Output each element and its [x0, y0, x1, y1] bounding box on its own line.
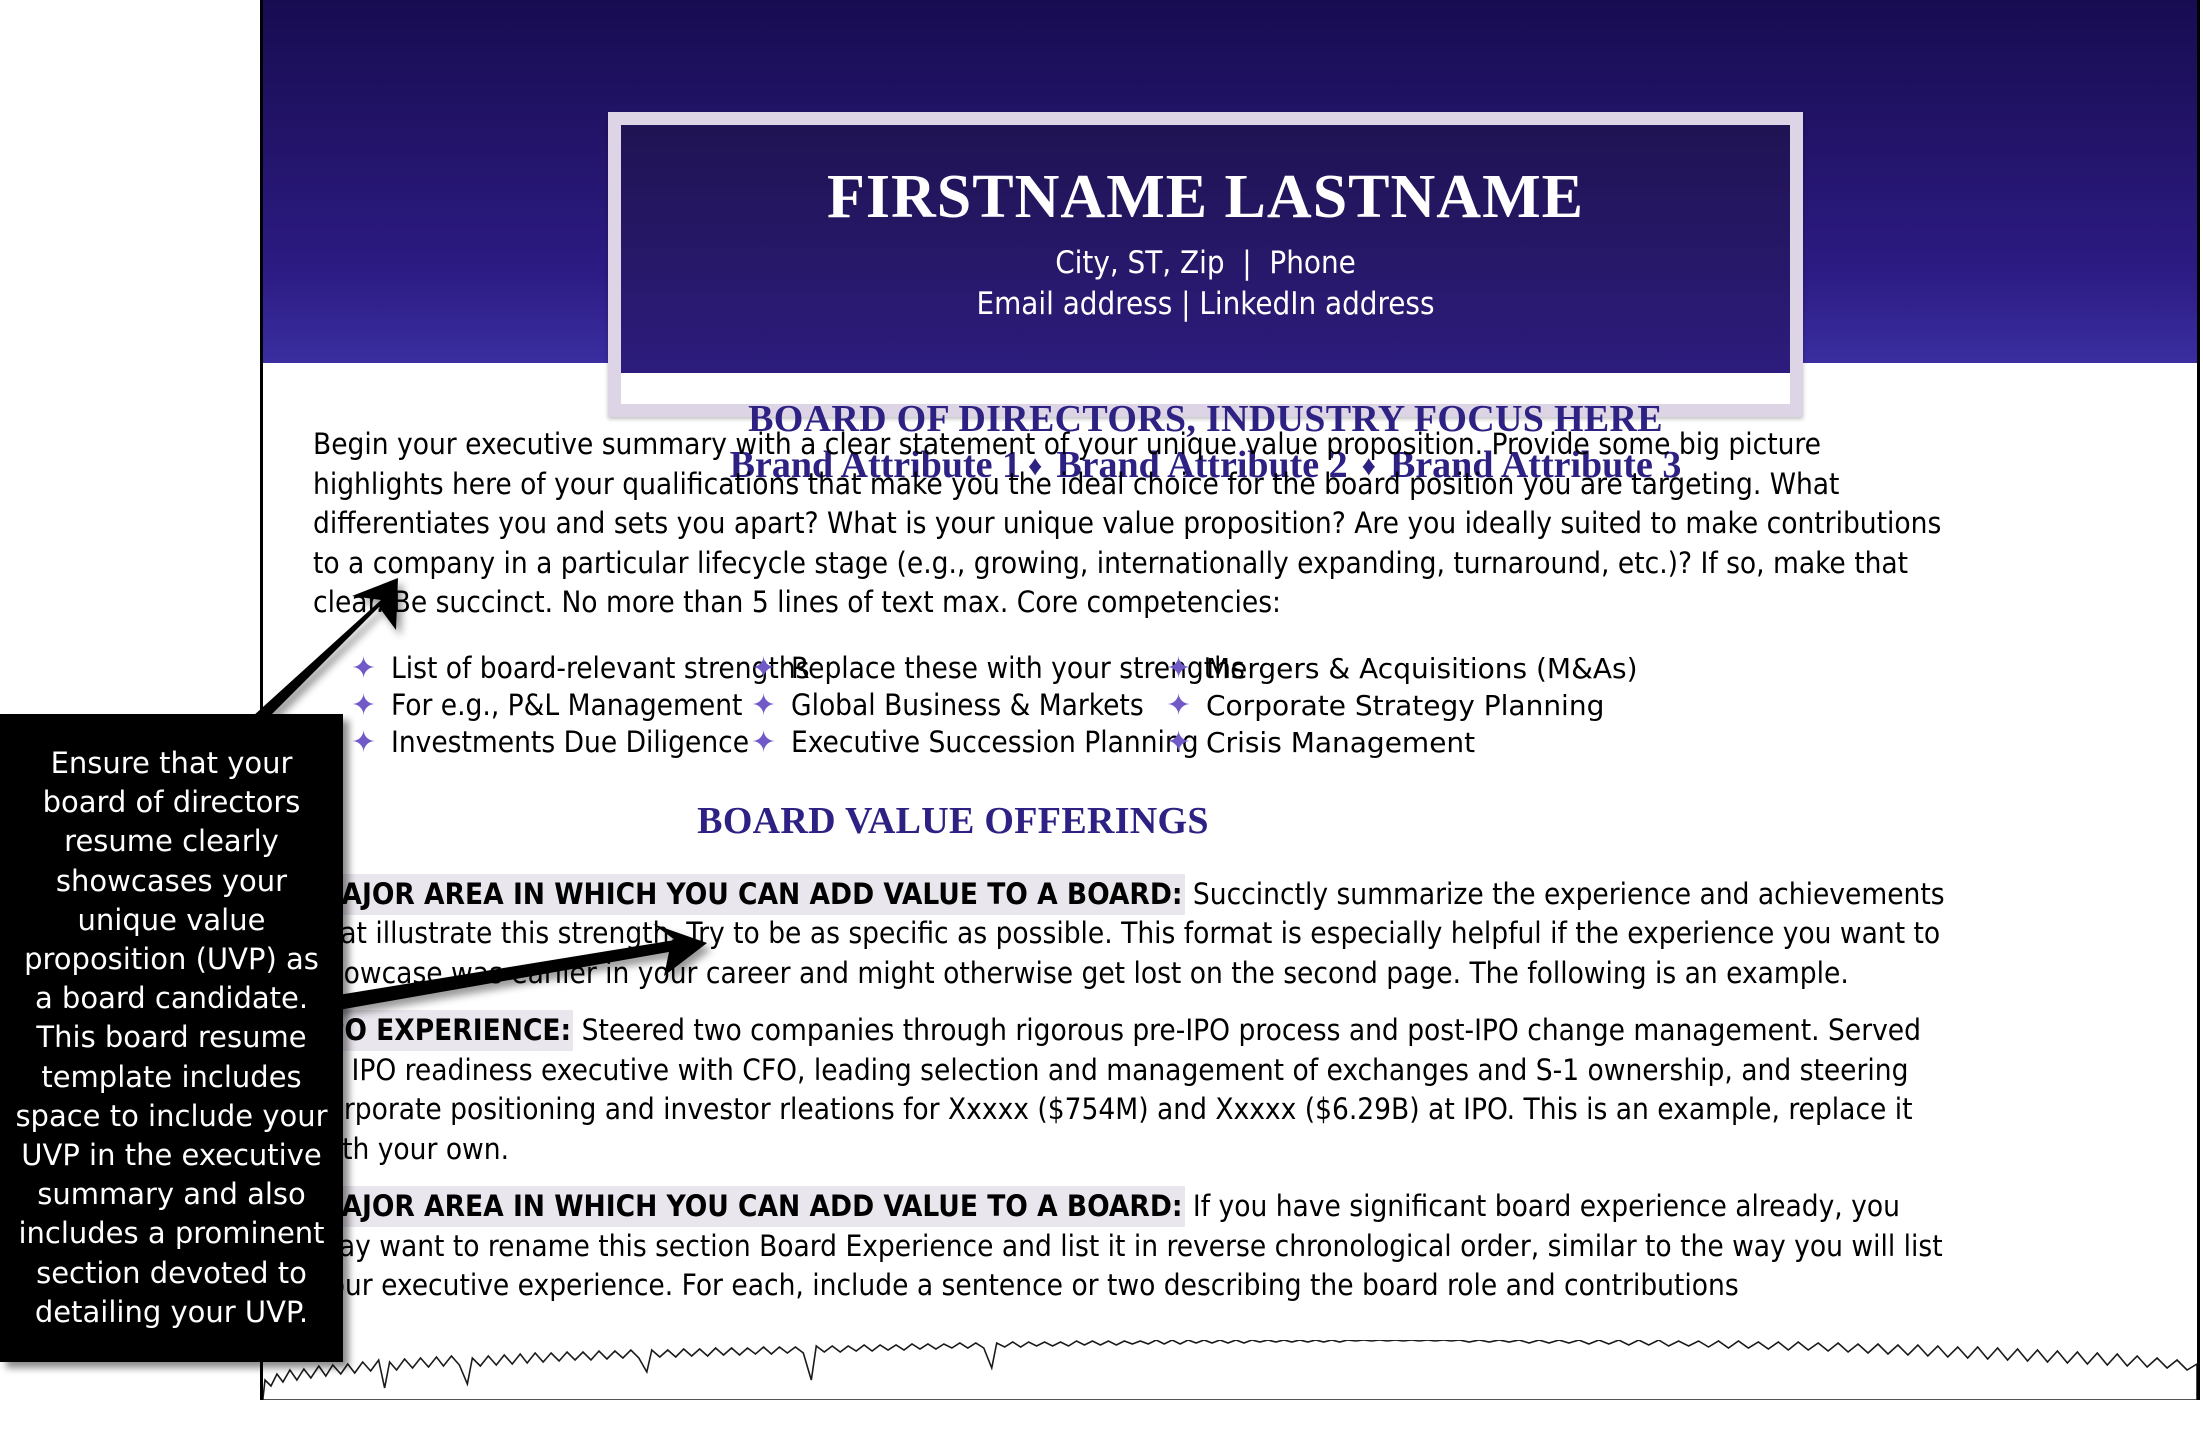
- contact-line-1: City, ST, Zip | Phone: [1055, 245, 1356, 282]
- value-offering-block: IPO EXPERIENCE: Steered two companies th…: [313, 1010, 1953, 1169]
- sparkle-bullet-icon: ✦: [751, 725, 777, 759]
- competency-column-2: ✦ Replace these with your strengths ✦ Gl…: [751, 650, 1245, 761]
- core-competencies-list: ✦ List of board-relevant strengths ✦ For…: [313, 650, 1953, 761]
- sparkle-bullet-icon: ✦: [751, 688, 777, 722]
- resume-page: FIRSTNAME LASTNAME City, ST, Zip | Phone…: [260, 0, 2200, 1400]
- value-offering-block: MAJOR AREA IN WHICH YOU CAN ADD VALUE TO…: [313, 1186, 1953, 1306]
- competency-item: ✦ Executive Succession Planning: [751, 724, 1199, 761]
- torn-page-edge: [263, 1340, 2197, 1400]
- competency-label: Executive Succession Planning: [791, 724, 1199, 759]
- sparkle-bullet-icon: ✦: [1166, 688, 1192, 722]
- sparkle-bullet-icon: ✦: [351, 651, 377, 685]
- sparkle-bullet-icon: ✦: [1166, 651, 1192, 685]
- competency-label: Mergers & Acquisitions (M&As): [1206, 651, 1638, 685]
- competency-item: ✦ List of board-relevant strengths: [351, 650, 809, 687]
- competency-column-3: ✦ Mergers & Acquisitions (M&As) ✦ Corpor…: [1166, 650, 1638, 761]
- competency-label: Investments Due Diligence: [391, 724, 750, 759]
- board-value-offerings-heading: BOARD VALUE OFFERINGS: [697, 799, 1209, 842]
- annotation-callout-text: Ensure that your board of directors resu…: [15, 746, 328, 1329]
- competency-label: Crisis Management: [1206, 725, 1476, 759]
- sparkle-bullet-icon: ✦: [351, 688, 377, 722]
- competency-item: ✦ Crisis Management: [1166, 724, 1596, 761]
- competency-label: Global Business & Markets: [791, 687, 1144, 722]
- name-band: FIRSTNAME LASTNAME City, ST, Zip | Phone…: [621, 125, 1790, 373]
- competency-item: ✦ Mergers & Acquisitions (M&As): [1166, 650, 1638, 687]
- value-offering-block: MAJOR AREA IN WHICH YOU CAN ADD VALUE TO…: [313, 873, 1953, 994]
- annotation-callout-box: Ensure that your board of directors resu…: [0, 714, 343, 1363]
- competency-label: For e.g., P&L Management: [391, 687, 743, 722]
- executive-summary-paragraph: Begin your executive summary with a clea…: [313, 427, 1942, 619]
- value-offering-lead: MAJOR AREA IN WHICH YOU CAN ADD VALUE TO…: [313, 873, 1185, 915]
- value-offering-lead: IPO EXPERIENCE:: [313, 1010, 574, 1051]
- competency-item: ✦ For e.g., P&L Management: [351, 687, 751, 724]
- sparkle-bullet-icon: ✦: [351, 725, 377, 759]
- resume-header-frame: FIRSTNAME LASTNAME City, ST, Zip | Phone…: [608, 112, 1803, 486]
- competency-item: ✦ Global Business & Markets: [751, 687, 1166, 724]
- title-band: BOARD OF DIRECTORS, INDUSTRY FOCUS HERE …: [621, 373, 1790, 486]
- competency-item: ✦ Replace these with your strengths: [751, 650, 1245, 687]
- candidate-name: FIRSTNAME LASTNAME: [827, 163, 1584, 231]
- competency-item: ✦ Corporate Strategy Planning: [1166, 687, 1604, 724]
- competency-label: List of board-relevant strengths: [391, 650, 810, 685]
- sparkle-bullet-icon: ✦: [1166, 725, 1192, 759]
- competency-label: Corporate Strategy Planning: [1206, 688, 1605, 722]
- resume-body: Begin your executive summary with a clea…: [313, 425, 1953, 1306]
- contact-line-2: Email address | LinkedIn address: [976, 286, 1435, 323]
- competency-item: ✦ Investments Due Diligence: [351, 724, 751, 761]
- competency-column-1: ✦ List of board-relevant strengths ✦ For…: [351, 650, 809, 761]
- value-offering-lead: MAJOR AREA IN WHICH YOU CAN ADD VALUE TO…: [313, 1186, 1185, 1227]
- sparkle-bullet-icon: ✦: [751, 651, 777, 685]
